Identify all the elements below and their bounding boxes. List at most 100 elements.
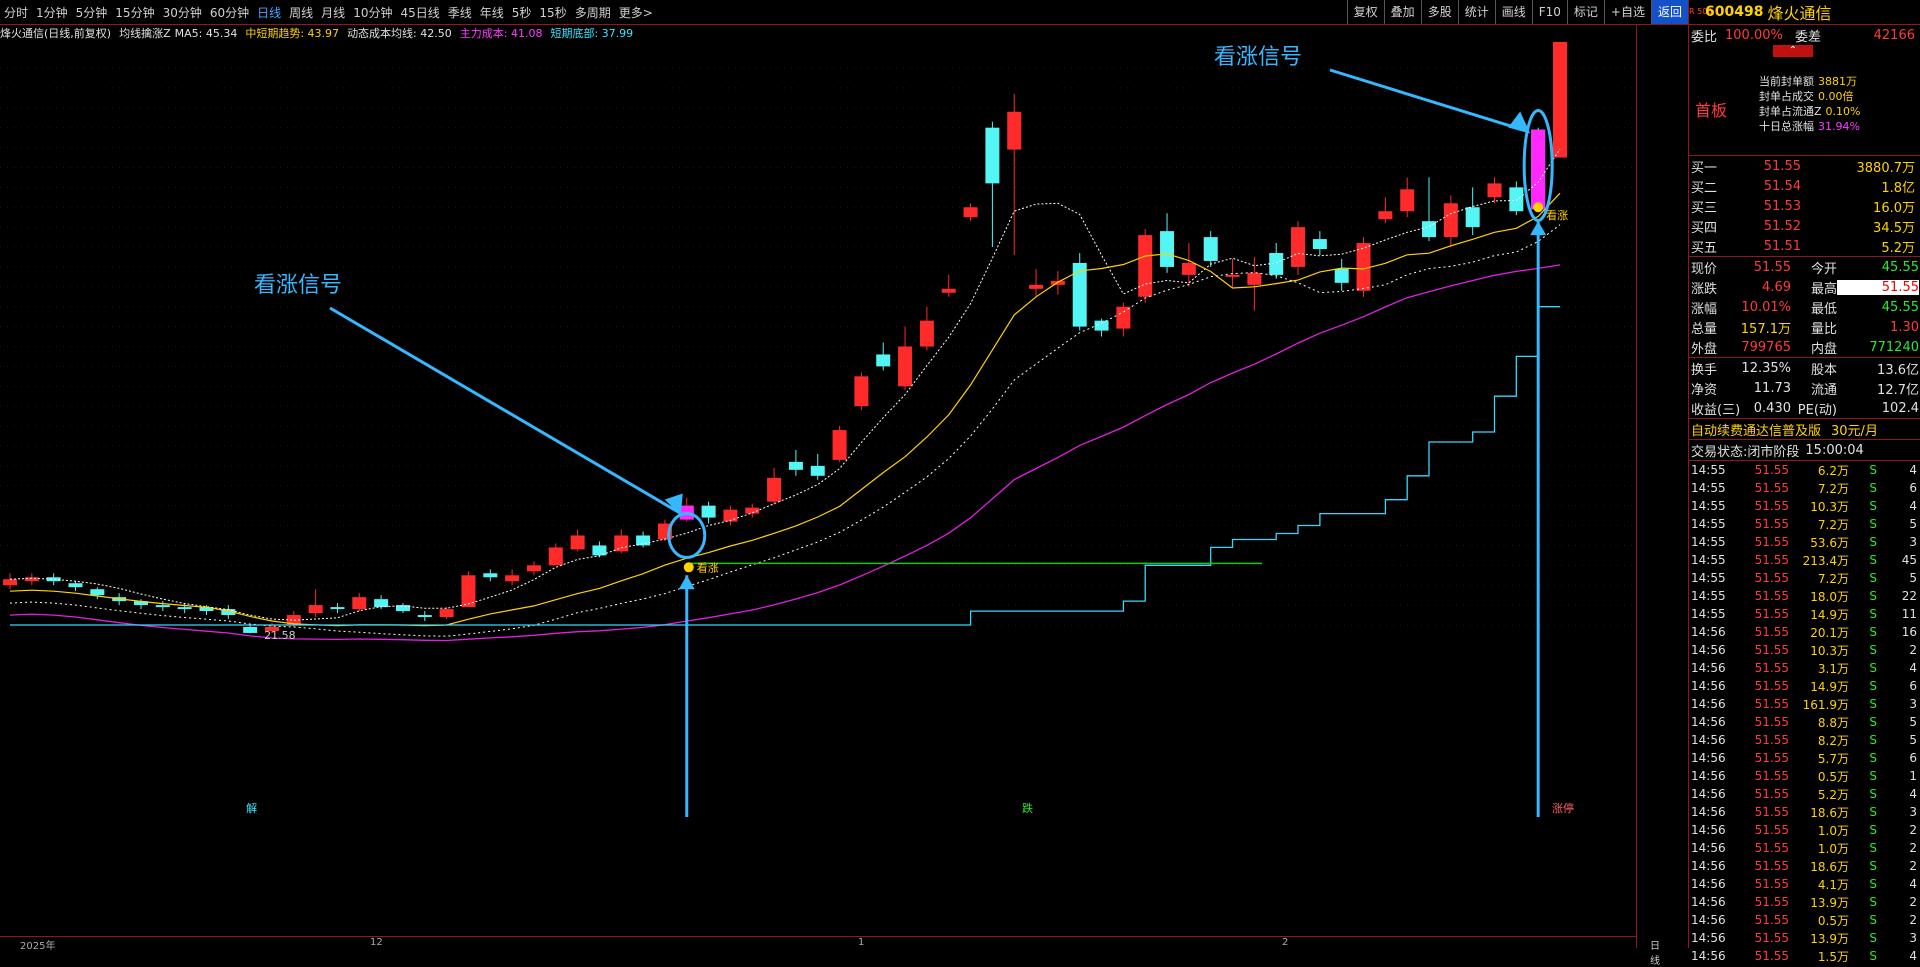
trade-time: 15:00:04: [1805, 442, 1864, 458]
candle-body: [352, 597, 367, 610]
seal-value: 31.94%: [1818, 120, 1860, 133]
tick-side: S: [1869, 517, 1877, 531]
period-tab[interactable]: 年线: [476, 4, 508, 21]
tick-list[interactable]: 14:55 51.55 6.2万 S 4 14:55 51.55 7.2万 S 6 14:55 51.…: [1689, 461, 1920, 965]
tick-row: 14:56 51.55 161.9万 S 3: [1689, 695, 1920, 713]
tick-row: 14:56 51.55 0.5万 S 2: [1689, 911, 1920, 929]
toolbar-button[interactable]: F10: [1531, 0, 1567, 24]
period-tab[interactable]: 分时: [0, 4, 32, 21]
collapse-icon[interactable]: ⌃: [1773, 45, 1813, 57]
tick-count: 45: [1901, 553, 1917, 567]
tick-row: 14:56 51.55 3.1万 S 4: [1689, 659, 1920, 677]
share-stats: 换手 12.35% 股本 13.6亿 净资 11.73 流通 12.7亿 收益(三) 0.430 P…: [1689, 358, 1920, 418]
toolbar-button[interactable]: 统计: [1457, 0, 1495, 24]
period-tab[interactable]: 日线: [253, 4, 285, 21]
period-tabs: 分时 1分钟 5分钟 15分钟 30分钟 60分钟 日线 周线 月线 10分钟 45日线 季线 年线 5秒…: [0, 4, 657, 21]
period-tab[interactable]: 更多>: [615, 4, 657, 21]
candle: [810, 453, 825, 480]
stat-value: 799765: [1741, 339, 1791, 355]
tick-side: S: [1869, 697, 1877, 711]
toolbar-button[interactable]: 标记: [1566, 0, 1604, 24]
period-tab[interactable]: 45日线: [396, 4, 443, 21]
candle: [919, 306, 934, 351]
promo-text[interactable]: 自动续费通达信普及版: [1689, 420, 1821, 439]
candle: [1465, 187, 1480, 236]
toolbar-button[interactable]: 画线: [1494, 0, 1532, 24]
period-tab[interactable]: 月线: [317, 4, 349, 21]
tick-price: 51.55: [1754, 553, 1789, 567]
bid-volume: 5.2万: [1881, 240, 1915, 256]
candle-body: [1400, 189, 1415, 212]
indicator-name[interactable]: 均线擒涨Z: [119, 25, 171, 41]
candle: [461, 571, 476, 608]
tick-row: 14:55 51.55 6.2万 S 4: [1689, 461, 1920, 479]
candle: [1553, 42, 1567, 158]
toolbar-button[interactable]: 返回: [1650, 0, 1688, 24]
price-stats: 现价 51.55 今开 45.55 涨跌 4.69 最高 51.55 涨幅 10.01% 最低 45.…: [1689, 257, 1920, 357]
candle: [68, 581, 83, 592]
high-label: 51.55: [1516, 42, 1548, 44]
tick-price: 51.55: [1754, 571, 1789, 585]
candle-body: [177, 607, 192, 610]
tick-volume: 4.1万: [1817, 877, 1849, 892]
trade-status: 闭市阶段: [1747, 444, 1800, 460]
tick-count: 2: [1909, 895, 1917, 909]
date-2: 2: [1282, 937, 1289, 948]
quote-panel: R 500 600498 烽火通信 委比 100.00% 委差 42166 ⌃ …: [1688, 0, 1920, 964]
bid-row[interactable]: 买四 51.52 34.5万: [1689, 216, 1920, 236]
rating-badge: R 500: [1689, 7, 1713, 16]
period-tab[interactable]: 5分钟: [72, 4, 112, 21]
toolbar-button[interactable]: 多股: [1420, 0, 1458, 24]
toolbar-button[interactable]: 叠加: [1383, 0, 1421, 24]
period-tab[interactable]: 60分钟: [206, 4, 253, 21]
tick-time: 14:55: [1691, 517, 1726, 531]
seal-value: 0.00倍: [1818, 90, 1854, 103]
candle-body: [526, 565, 541, 572]
period-tab[interactable]: 10分钟: [349, 4, 396, 21]
candle: [352, 593, 367, 612]
period-tab[interactable]: 季线: [444, 4, 476, 21]
tick-price: 51.55: [1754, 643, 1789, 657]
candle: [592, 541, 607, 558]
candle: [1487, 177, 1502, 204]
period-tab[interactable]: 15秒: [535, 4, 570, 21]
candle-body: [723, 509, 738, 522]
seal-label: 封单占成交: [1759, 90, 1814, 103]
period-tab[interactable]: 5秒: [508, 4, 536, 21]
weicha-label: 委差: [1794, 29, 1821, 45]
candle: [614, 529, 629, 554]
candle: [3, 573, 17, 590]
toolbar-button[interactable]: 复权: [1346, 0, 1384, 24]
candle-body: [505, 575, 520, 582]
bid-row[interactable]: 买一 51.55 3880.7万: [1689, 156, 1920, 176]
axis-divider: [1636, 24, 1637, 948]
period-tab[interactable]: 1分钟: [32, 4, 72, 21]
promo-price[interactable]: 30元/月: [1831, 420, 1878, 439]
tick-time: 14:56: [1691, 625, 1726, 639]
period-tab[interactable]: 15分钟: [111, 4, 158, 21]
period-tab[interactable]: 周线: [285, 4, 317, 21]
period-toolbar: 分时 1分钟 5分钟 15分钟 30分钟 60分钟 日线 周线 月线 10分钟 45日线 季线 年线 5秒…: [0, 0, 1688, 25]
bid-row[interactable]: 买三 51.53 16.0万: [1689, 196, 1920, 216]
stat-value: 12.35%: [1741, 360, 1791, 376]
tick-side: S: [1869, 607, 1877, 621]
toolbar-button[interactable]: +自选: [1603, 0, 1651, 24]
first-board-label: 首板: [1695, 101, 1728, 120]
candle: [1072, 253, 1087, 331]
main-cost-value: 主力成本: 41.08: [459, 27, 543, 40]
kline-chart[interactable]: 50.0049.0048.0047.0046.0045.0044.0043.00…: [0, 42, 1636, 817]
period-tab[interactable]: 30分钟: [159, 4, 206, 21]
tick-volume: 14.9万: [1810, 679, 1849, 694]
tick-time: 14:56: [1691, 877, 1726, 891]
tick-time: 14:55: [1691, 607, 1726, 621]
tick-row: 14:56 51.55 14.9万 S 6: [1689, 677, 1920, 695]
tick-volume: 161.9万: [1802, 697, 1849, 712]
candle: [1291, 221, 1306, 275]
tick-row: 14:56 51.55 20.1万 S 16: [1689, 623, 1920, 641]
tick-price: 51.55: [1754, 931, 1789, 945]
bid-row[interactable]: 买二 51.54 1.8亿: [1689, 176, 1920, 196]
tick-volume: 0.5万: [1817, 913, 1849, 928]
tick-row: 14:55 51.55 53.6万 S 3: [1689, 533, 1920, 551]
period-tab[interactable]: 多周期: [571, 4, 615, 21]
bid-row[interactable]: 买五 51.51 5.2万: [1689, 236, 1920, 256]
